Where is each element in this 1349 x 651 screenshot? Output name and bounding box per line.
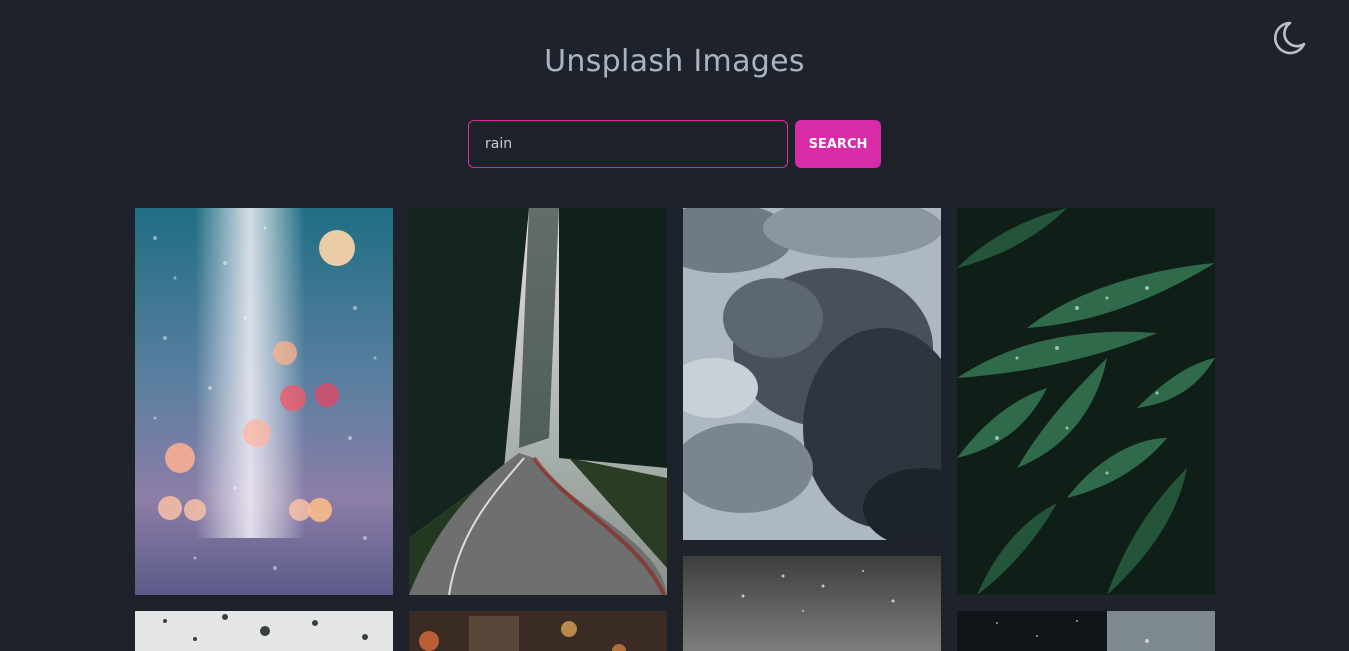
gallery-image-city-street[interactable] [409, 611, 667, 651]
page: Unsplash Images SEARCH [0, 0, 1349, 651]
search-button[interactable]: SEARCH [795, 120, 881, 168]
gallery-image-wet-leaves[interactable] [957, 208, 1215, 595]
page-title: Unsplash Images [544, 44, 805, 79]
gallery-image-forest-road[interactable] [409, 208, 667, 595]
gallery-image-storm-clouds[interactable] [683, 208, 941, 540]
search-input[interactable] [468, 120, 788, 168]
gallery-image-rain-window[interactable] [135, 208, 393, 595]
gallery-image-dark-window-drops[interactable] [957, 611, 1215, 651]
gallery-image-rain-on-water[interactable] [683, 556, 941, 651]
gallery-image-water-drops[interactable] [135, 611, 393, 651]
